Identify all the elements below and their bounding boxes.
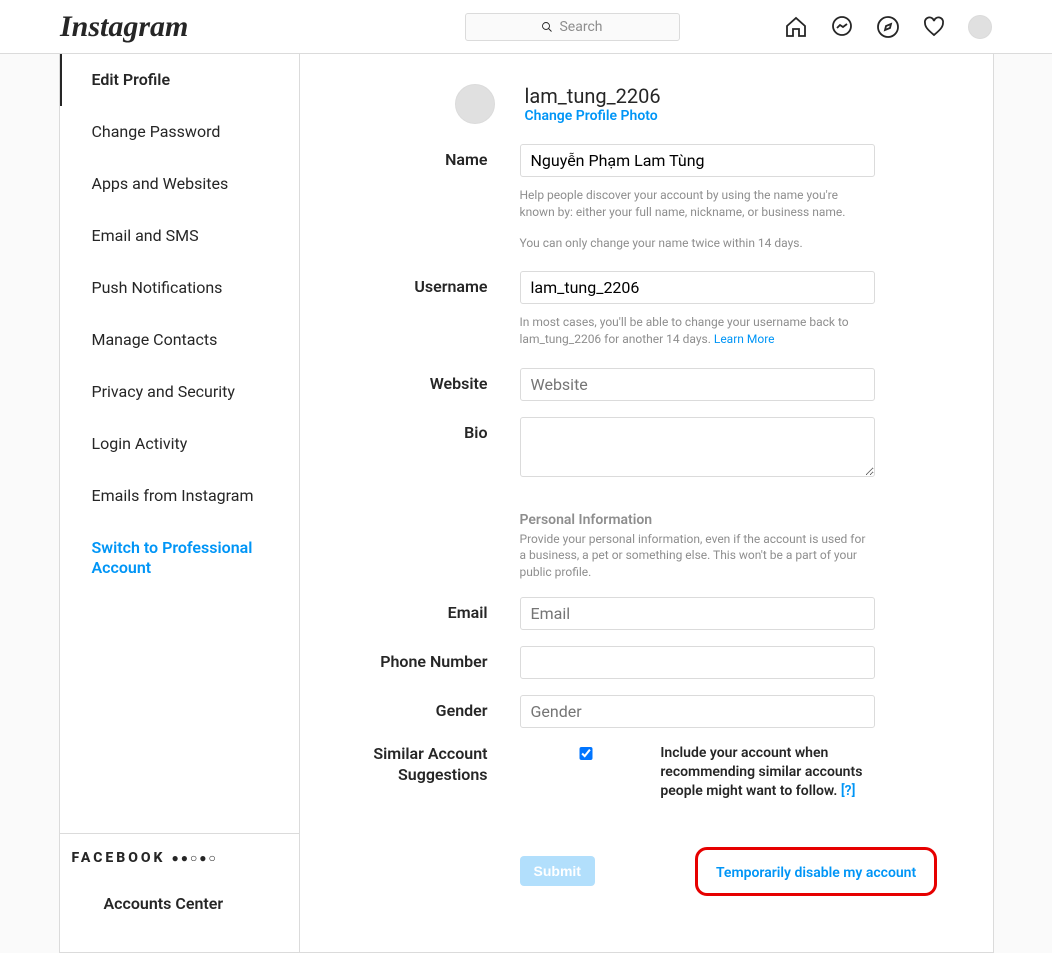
sidebar-item-emails-instagram[interactable]: Emails from Instagram	[60, 470, 299, 522]
edit-profile-form: lam_tung_2206 Change Profile Photo Name …	[300, 54, 993, 952]
explore-icon[interactable]	[876, 15, 900, 39]
sidebar-item-manage-contacts[interactable]: Manage Contacts	[60, 314, 299, 366]
row-gender: Gender	[360, 695, 953, 728]
heart-icon[interactable]	[922, 15, 946, 39]
nav-icons	[784, 15, 992, 39]
checkbox-similar[interactable]	[520, 747, 653, 760]
label-gender: Gender	[360, 695, 520, 728]
search-input[interactable]: Search	[465, 13, 680, 41]
label-similar: Similar Account Suggestions	[360, 744, 520, 801]
settings-sidebar: Edit Profile Change Password Apps and We…	[60, 54, 300, 952]
hint-username-text: In most cases, you'll be able to change …	[520, 315, 849, 346]
similar-help-link[interactable]: [?]	[841, 783, 856, 799]
top-bar: Instagram Search	[0, 0, 1052, 54]
checkbox-similar-text: Include your account when recommending s…	[660, 745, 862, 799]
label-bio: Bio	[360, 417, 520, 581]
messenger-icon[interactable]	[830, 15, 854, 39]
row-website: Website	[360, 368, 953, 401]
facebook-label: FACEBOOK	[72, 850, 166, 866]
sidebar-item-login-activity[interactable]: Login Activity	[60, 418, 299, 470]
sidebar-item-email-sms[interactable]: Email and SMS	[60, 210, 299, 262]
brand-logo[interactable]: Instagram	[60, 10, 360, 44]
sidebar-bottom: FACEBOOK ●●○●○ Accounts Center	[60, 833, 299, 952]
row-submit: Submit Temporarily disable my account	[360, 817, 953, 896]
row-phone: Phone Number	[360, 646, 953, 679]
input-website[interactable]	[520, 368, 875, 401]
sidebar-spacer	[60, 594, 299, 833]
hint-name-2: You can only change your name twice with…	[520, 235, 875, 252]
change-photo-link[interactable]: Change Profile Photo	[525, 108, 661, 124]
hint-name-1: Help people discover your account by usi…	[520, 187, 875, 221]
input-gender[interactable]	[520, 695, 875, 728]
sidebar-item-edit-profile[interactable]: Edit Profile	[60, 54, 299, 106]
profile-avatar[interactable]	[455, 84, 495, 124]
sidebar-item-push-notifications[interactable]: Push Notifications	[60, 262, 299, 314]
facebook-brand: FACEBOOK ●●○●○	[72, 850, 287, 866]
row-username: Username In most cases, you'll be able t…	[360, 271, 953, 348]
label-empty	[360, 817, 520, 896]
input-phone[interactable]	[520, 646, 875, 679]
sidebar-item-apps-websites[interactable]: Apps and Websites	[60, 158, 299, 210]
input-email[interactable]	[520, 597, 875, 630]
personal-info-desc: Provide your personal information, even …	[520, 531, 875, 581]
input-name[interactable]	[520, 144, 875, 177]
checkbox-similar-label: Include your account when recommending s…	[660, 744, 874, 801]
highlight-annotation: Temporarily disable my account	[695, 847, 937, 896]
row-similar: Similar Account Suggestions Include your…	[360, 744, 953, 801]
learn-more-link[interactable]: Learn More	[714, 332, 775, 346]
sidebar-item-change-password[interactable]: Change Password	[60, 106, 299, 158]
accounts-center-link[interactable]: Accounts Center	[72, 878, 287, 930]
search-icon	[541, 21, 553, 33]
home-icon[interactable]	[784, 15, 808, 39]
label-website: Website	[360, 368, 520, 401]
profile-header: lam_tung_2206 Change Profile Photo	[455, 84, 953, 124]
sidebar-item-privacy-security[interactable]: Privacy and Security	[60, 366, 299, 418]
hint-username: In most cases, you'll be able to change …	[520, 314, 875, 348]
personal-info-section: Personal Information Provide your person…	[520, 511, 875, 581]
search-wrap: Search	[380, 13, 764, 41]
label-username: Username	[360, 271, 520, 348]
profile-username: lam_tung_2206	[525, 84, 661, 108]
submit-button[interactable]: Submit	[520, 856, 595, 886]
input-username[interactable]	[520, 271, 875, 304]
facebook-app-icons: ●●○●○	[171, 851, 217, 865]
row-bio: Bio Personal Information Provide your pe…	[360, 417, 953, 581]
label-name: Name	[360, 144, 520, 251]
search-placeholder: Search	[559, 19, 602, 35]
label-phone: Phone Number	[360, 646, 520, 679]
avatar-icon[interactable]	[968, 15, 992, 39]
settings-page: Edit Profile Change Password Apps and We…	[59, 54, 994, 953]
personal-info-title: Personal Information	[520, 511, 875, 531]
row-name: Name Help people discover your account b…	[360, 144, 953, 251]
row-email: Email	[360, 597, 953, 630]
label-email: Email	[360, 597, 520, 630]
disable-account-link[interactable]: Temporarily disable my account	[716, 865, 916, 881]
sidebar-item-switch-professional[interactable]: Switch to Professional Account	[60, 522, 299, 594]
input-bio[interactable]	[520, 417, 875, 477]
